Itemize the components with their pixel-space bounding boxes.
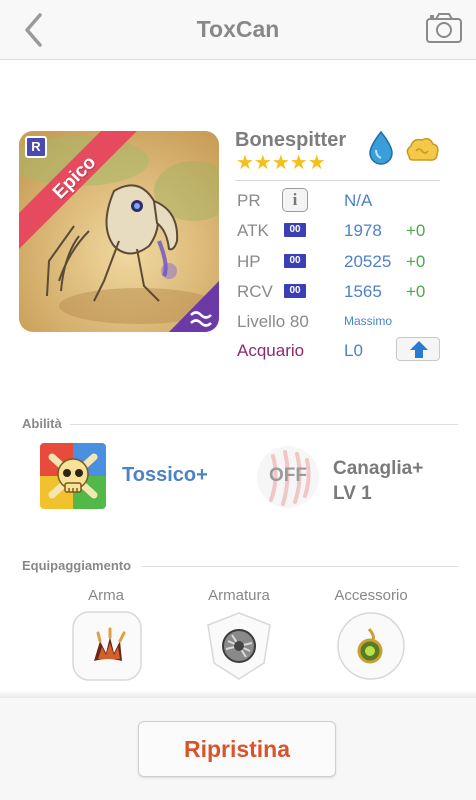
atk-label: ATK xyxy=(237,221,269,240)
skill-icon[interactable] xyxy=(40,443,106,509)
level-label: Livello 80 xyxy=(237,312,309,331)
name-divider xyxy=(235,180,440,181)
star-rating: ★★★★★ xyxy=(236,152,326,174)
accessory-slot-label: Accessorio xyxy=(334,587,408,604)
monster-portrait[interactable]: R Epico xyxy=(19,131,219,332)
rcv-plus-badge: 00 xyxy=(284,284,306,298)
hp-plus-badge: 00 xyxy=(284,254,306,268)
armor-shield-icon xyxy=(207,612,271,680)
weapon-slot[interactable] xyxy=(72,611,142,681)
amulet-icon xyxy=(337,612,405,680)
info-button[interactable]: i xyxy=(282,188,308,212)
toxic-skull-icon xyxy=(40,443,106,509)
armor-slot[interactable] xyxy=(204,611,274,681)
hp-label: HP xyxy=(237,252,261,271)
armor-slot-label: Armatura xyxy=(208,587,270,604)
footer-shadow xyxy=(0,690,476,698)
hp-bonus: +0 xyxy=(406,252,426,271)
leader-off-badge: OFF xyxy=(269,465,307,486)
level-max-status: Massimo xyxy=(344,314,393,328)
equipment-section-title: Equipaggiamento xyxy=(22,558,132,573)
abilities-divider xyxy=(70,424,458,425)
camera-icon xyxy=(426,13,462,43)
wind-cloud-icon xyxy=(406,137,439,161)
atk-bonus: +0 xyxy=(406,221,426,240)
water-drop-icon xyxy=(369,130,393,165)
aquarium-label: Acquario xyxy=(237,341,305,360)
rcv-bonus: +0 xyxy=(406,282,426,301)
rcv-value: 1565 xyxy=(344,282,382,301)
atk-value: 1978 xyxy=(344,221,382,240)
top-bar: ToxCan xyxy=(0,0,476,60)
arrow-up-icon xyxy=(410,341,428,358)
abilities-section-title: Abilità xyxy=(22,416,62,431)
pr-label: PR xyxy=(237,191,261,210)
page-title: ToxCan xyxy=(196,16,280,42)
equipment-divider xyxy=(142,566,458,567)
leader-skill-level: LV 1 xyxy=(333,483,372,504)
monster-artwork xyxy=(19,131,219,332)
hp-value: 20525 xyxy=(344,252,392,271)
weapon-slot-label: Arma xyxy=(88,587,124,604)
aquarium-upgrade-button[interactable] xyxy=(396,337,440,361)
claw-weapon-icon xyxy=(72,611,142,681)
pr-value: N/A xyxy=(344,191,373,210)
rcv-label: RCV xyxy=(237,282,273,301)
reset-button[interactable]: Ripristina xyxy=(138,721,336,777)
skill-name[interactable]: Tossico+ xyxy=(122,464,208,487)
atk-plus-badge: 00 xyxy=(284,223,306,237)
rarity-r-badge: R xyxy=(31,139,41,154)
camera-button[interactable] xyxy=(424,10,464,46)
leader-skill-name[interactable]: Canaglia+ xyxy=(333,456,423,481)
aquarium-value: L0 xyxy=(344,341,363,360)
monster-name: Bonespitter xyxy=(235,129,347,151)
accessory-slot[interactable] xyxy=(336,611,406,681)
leader-skill-icon[interactable]: OFF xyxy=(255,444,321,510)
